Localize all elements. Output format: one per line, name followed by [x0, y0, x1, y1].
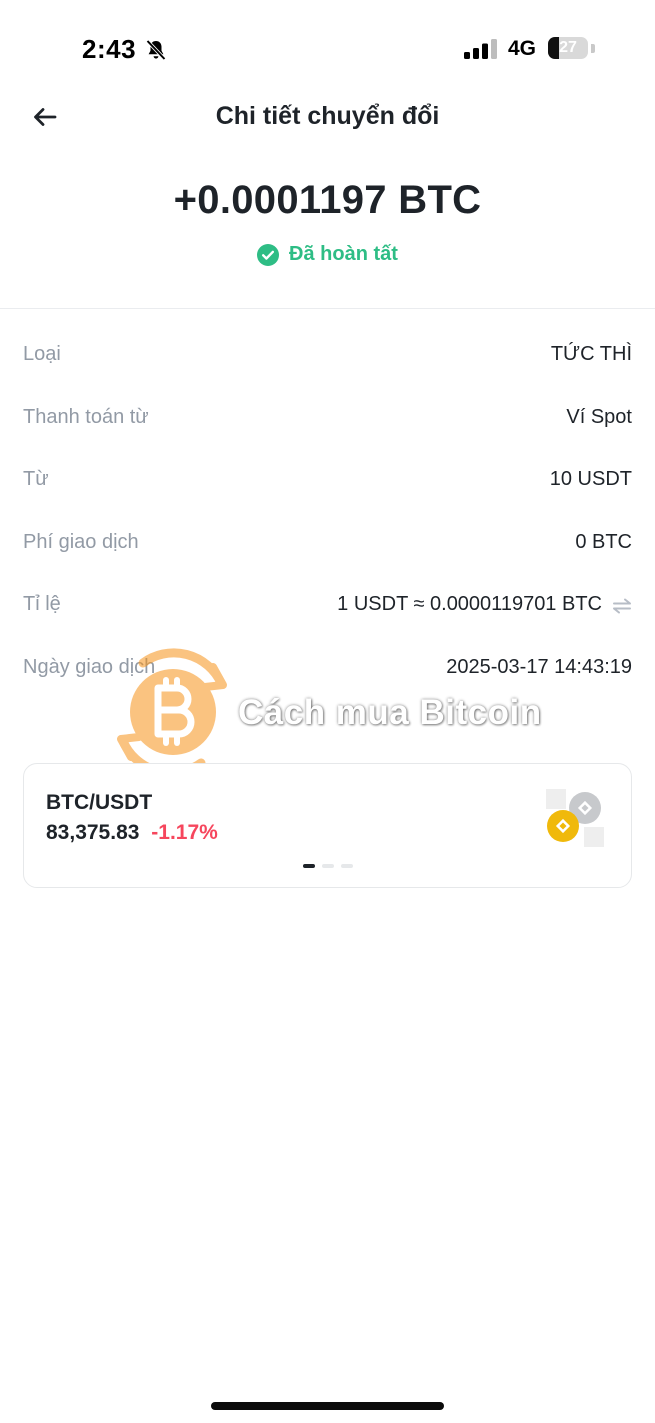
detail-row-date: Ngày giao dịch 2025-03-17 14:43:19	[23, 656, 632, 686]
type-value: TỨC THÌ	[550, 343, 632, 365]
from-value: 10 USDT	[549, 468, 632, 490]
ticker-price-line: 83,375.83 -1.17%	[46, 821, 218, 845]
detail-row-rate: Tỉ lệ 1 USDT ≈ 0.0000119701 BTC	[23, 593, 632, 623]
pay-from-label: Thanh toán từ	[23, 406, 149, 428]
rate-label: Tỉ lệ	[23, 593, 61, 615]
binance-coin-icon	[546, 789, 604, 847]
detail-row-type: Loại TỨC THÌ	[23, 343, 632, 373]
converted-amount: +0.0001197 BTC	[173, 178, 482, 222]
detail-row-pay-from: Thanh toán từ Ví Spot	[23, 406, 632, 436]
battery-icon: 27	[548, 37, 588, 59]
bell-muted-icon	[146, 39, 166, 61]
swap-arrows-icon[interactable]	[612, 597, 632, 615]
rate-value: 1 USDT ≈ 0.0000119701 BTC	[337, 593, 602, 615]
check-circle-icon	[257, 243, 280, 266]
signal-icon	[464, 39, 497, 59]
ticker-change: -1.17%	[151, 821, 218, 844]
home-indicator	[211, 1402, 444, 1410]
network-type: 4G	[508, 37, 537, 60]
battery-level: 27	[559, 39, 577, 56]
detail-row-from: Từ 10 USDT	[23, 468, 632, 498]
carousel-dot	[341, 864, 353, 868]
carousel-dot	[322, 864, 334, 868]
date-value: 2025-03-17 14:43:19	[446, 656, 632, 678]
fee-value: 0 BTC	[575, 531, 632, 553]
pay-from-value: Ví Spot	[566, 406, 632, 428]
ticker-price: 83,375.83	[46, 821, 140, 844]
carousel-dot-active	[303, 864, 315, 868]
watermark-text: Cách mua Bitcoin	[238, 693, 542, 732]
battery-cap	[591, 44, 595, 53]
ticker-pair: BTC/USDT	[46, 791, 153, 814]
section-divider	[0, 308, 655, 309]
status-text: Đã hoàn tất	[289, 243, 398, 265]
page-title: Chi tiết chuyển đổi	[215, 102, 440, 130]
date-label: Ngày giao dịch	[23, 656, 156, 678]
from-label: Từ	[23, 468, 49, 490]
ticker-card[interactable]: BTC/USDT 83,375.83 -1.17%	[23, 763, 632, 888]
status-time: 2:43	[82, 34, 137, 64]
type-label: Loại	[23, 343, 61, 365]
carousel-indicator	[303, 864, 353, 868]
fee-label: Phí giao dịch	[23, 531, 139, 553]
status-bar: 2:43 4G 27	[0, 0, 655, 96]
status-badge: Đã hoàn tất	[0, 243, 655, 266]
detail-row-fee: Phí giao dịch 0 BTC	[23, 531, 632, 561]
header: Chi tiết chuyển đổi	[0, 92, 655, 142]
